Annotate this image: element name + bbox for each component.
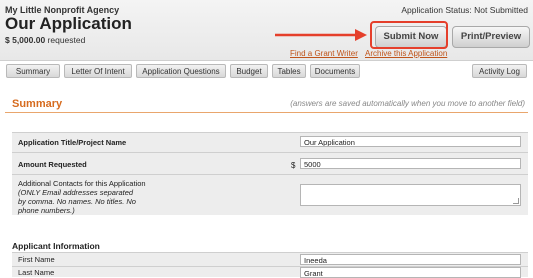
- project-name-label: Application Title/Project Name: [18, 138, 127, 147]
- archive-application-link[interactable]: Archive this Application: [365, 49, 447, 58]
- last-name-input[interactable]: Grant: [300, 267, 521, 278]
- requested-amount-value: $ 5,000.00: [5, 35, 46, 45]
- tab-budget[interactable]: Budget: [230, 64, 268, 78]
- autosave-note: (answers are saved automatically when yo…: [290, 99, 525, 108]
- last-name-label: Last Name: [18, 268, 55, 277]
- first-name-input[interactable]: Ineeda: [300, 254, 521, 265]
- amount-requested-label: Amount Requested: [18, 160, 87, 169]
- additional-contacts-textarea[interactable]: [300, 184, 521, 206]
- section-title: Summary: [12, 98, 63, 110]
- application-header: My Little Nonprofit Agency Our Applicati…: [0, 0, 533, 61]
- print-preview-button[interactable]: Print/Preview: [452, 26, 530, 48]
- row-divider: [12, 152, 528, 153]
- project-name-input[interactable]: Our Application: [300, 136, 521, 147]
- requested-amount-suffix: requested: [45, 35, 86, 45]
- tab-activity-log[interactable]: Activity Log: [472, 64, 527, 78]
- submit-highlight-box: [370, 21, 448, 49]
- row-divider: [12, 174, 528, 175]
- application-status: Application Status: Not Submitted: [401, 5, 528, 15]
- applicant-info-title: Applicant Information: [12, 241, 100, 251]
- tab-application-questions[interactable]: Application Questions: [136, 64, 226, 78]
- row-divider: [12, 252, 528, 253]
- tab-summary[interactable]: Summary: [6, 64, 60, 78]
- section-divider: [5, 112, 528, 113]
- tab-documents[interactable]: Documents: [310, 64, 360, 78]
- currency-symbol: $: [291, 161, 296, 170]
- tab-letter-of-intent[interactable]: Letter Of Intent: [64, 64, 132, 78]
- additional-contacts-label: Additional Contacts for this Application: [18, 179, 146, 188]
- resize-handle-icon[interactable]: [513, 198, 519, 204]
- page-title: Our Application: [5, 14, 132, 33]
- find-grant-writer-link[interactable]: Find a Grant Writer: [290, 49, 358, 58]
- requested-amount: $ 5,000.00 requested: [5, 35, 85, 45]
- amount-requested-input[interactable]: 5000: [300, 158, 521, 169]
- tab-tables[interactable]: Tables: [272, 64, 306, 78]
- tab-bar: Summary Letter Of Intent Application Que…: [0, 64, 533, 78]
- additional-contacts-note: (ONLY Email addresses separated by comma…: [18, 188, 136, 215]
- arrow-right-icon: [275, 29, 367, 41]
- first-name-label: First Name: [18, 255, 55, 264]
